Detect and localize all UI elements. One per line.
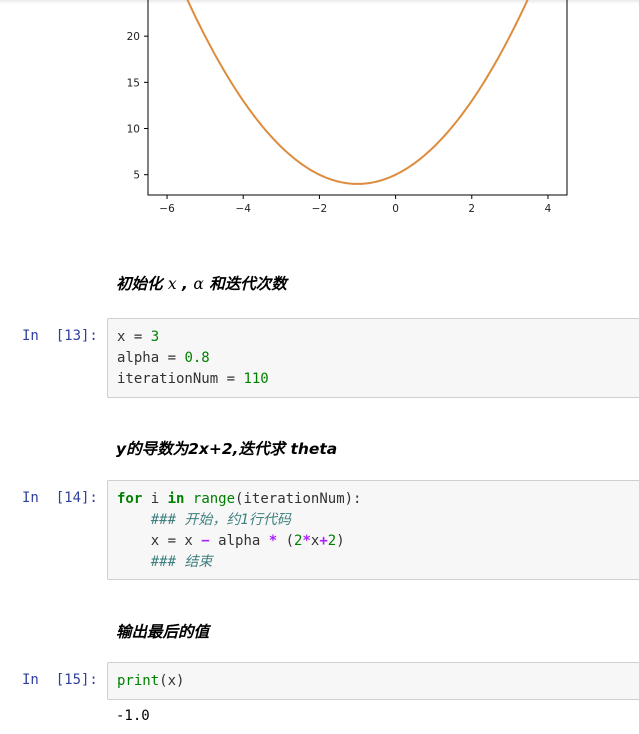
code-editor[interactable]: for i in range(iterationNum): ### 开始，约1行… [117,489,639,573]
markdown-heading-output: 输出最后的值 [116,623,210,641]
x-tick-label: −4 [235,203,251,215]
code-editor[interactable]: x = 3 alpha = 0.8 iterationNum = 110 [117,327,639,390]
code-cell-14[interactable]: for i in range(iterationNum): ### 开始，约1行… [107,480,639,580]
y-tick-label: 15 [127,77,140,89]
math-alpha: α [193,275,204,293]
cell-prompt-13: In [13]: [22,328,98,344]
markdown-heading-derivative: y的导数为2x+2,迭代求 theta [116,440,338,458]
cell-prompt-15: In [15]: [22,672,98,688]
y-tick-label: 5 [133,170,140,182]
code-cell-15[interactable]: print(x) [107,662,639,700]
axes-frame [147,0,568,196]
x-tick-label: −6 [159,203,175,215]
y-tick-label: 10 [127,124,140,136]
cell-output-15: -1.0 [116,708,150,724]
x-tick-label: 2 [468,203,475,215]
plot-output: −6 −4 −2 0 2 4 5 10 15 20 [100,0,580,230]
code-cell-13[interactable]: x = 3 alpha = 0.8 iterationNum = 110 [107,318,639,398]
y-tick-label: 20 [127,31,140,43]
series-line [186,0,529,185]
code-editor[interactable]: print(x) [117,671,639,692]
cell-prompt-14: In [14]: [22,490,98,506]
x-tick-label: −2 [312,203,327,215]
math-x: x [167,275,177,293]
x-tick-label: 4 [545,203,552,215]
x-tick-label: 0 [392,203,399,215]
markdown-heading-init: 初始化 x , α 和迭代次数 [116,275,287,293]
parabola-chart: −6 −4 −2 0 2 4 5 10 15 20 [127,0,568,215]
